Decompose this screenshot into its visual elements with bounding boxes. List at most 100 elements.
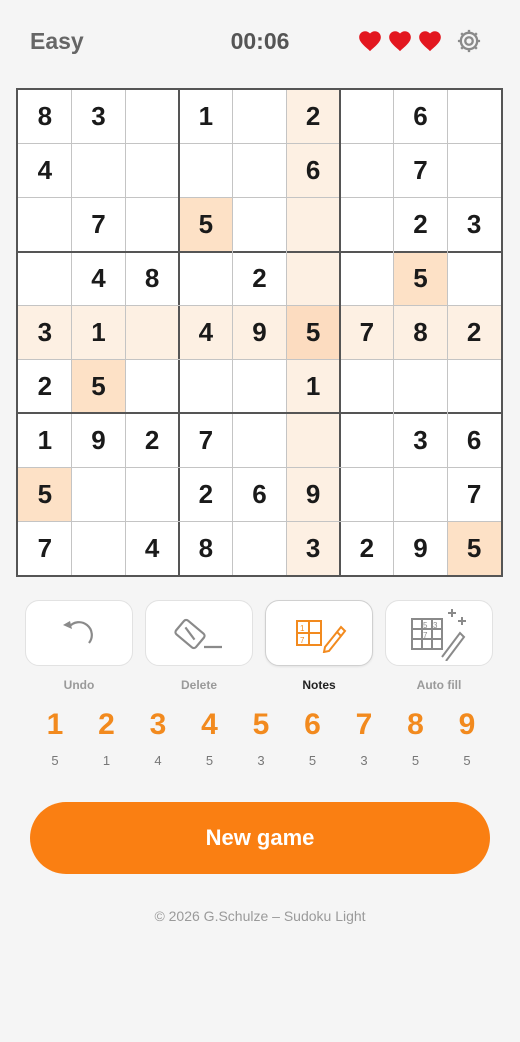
sudoku-cell-r5c5[interactable]: 9 bbox=[232, 305, 287, 360]
sudoku-cell-r3c5[interactable] bbox=[232, 197, 287, 252]
sudoku-cell-r4c2[interactable]: 4 bbox=[71, 251, 126, 306]
sudoku-cell-r1c2[interactable]: 3 bbox=[71, 90, 126, 144]
sudoku-cell-r9c6[interactable]: 3 bbox=[286, 521, 340, 575]
sudoku-cell-r1c3[interactable] bbox=[125, 90, 179, 144]
notes-button[interactable]: 1 7 bbox=[265, 600, 373, 666]
undo-button[interactable] bbox=[25, 600, 133, 666]
sudoku-cell-r1c8[interactable]: 6 bbox=[393, 90, 448, 144]
sudoku-cell-r1c7[interactable] bbox=[340, 90, 394, 144]
sudoku-cell-r5c8[interactable]: 8 bbox=[393, 305, 448, 360]
new-game-button[interactable]: New game bbox=[30, 802, 490, 874]
sudoku-cell-r8c1[interactable]: 5 bbox=[18, 467, 72, 522]
sudoku-cell-r6c9[interactable] bbox=[447, 359, 501, 414]
sudoku-cell-r5c7[interactable]: 7 bbox=[340, 305, 394, 360]
sudoku-cell-r7c8[interactable]: 3 bbox=[393, 413, 448, 468]
number-button-6[interactable]: 6 bbox=[293, 708, 333, 742]
cell-value: 8 bbox=[37, 101, 53, 132]
sudoku-cell-r8c8[interactable] bbox=[393, 467, 448, 522]
sudoku-cell-r5c3[interactable] bbox=[125, 305, 179, 360]
sudoku-cell-r8c9[interactable]: 7 bbox=[447, 467, 501, 522]
sudoku-cell-r1c1[interactable]: 8 bbox=[18, 90, 72, 144]
sudoku-cell-r3c7[interactable] bbox=[340, 197, 394, 252]
sudoku-cell-r2c1[interactable]: 4 bbox=[18, 143, 72, 198]
sudoku-cell-r5c2[interactable]: 1 bbox=[71, 305, 126, 360]
sudoku-cell-r5c1[interactable]: 3 bbox=[18, 305, 72, 360]
sudoku-cell-r3c6[interactable] bbox=[286, 197, 340, 252]
sudoku-cell-r2c4[interactable] bbox=[179, 143, 233, 198]
number-button-9[interactable]: 9 bbox=[447, 708, 487, 742]
sudoku-cell-r6c8[interactable] bbox=[393, 359, 448, 414]
sudoku-cell-r2c6[interactable]: 6 bbox=[286, 143, 340, 198]
sudoku-cell-r8c6[interactable]: 9 bbox=[286, 467, 340, 522]
sudoku-cell-r4c7[interactable] bbox=[340, 251, 394, 306]
number-button-2[interactable]: 2 bbox=[87, 708, 127, 742]
sudoku-cell-r2c8[interactable]: 7 bbox=[393, 143, 448, 198]
gear-icon[interactable] bbox=[455, 27, 483, 55]
sudoku-cell-r2c5[interactable] bbox=[232, 143, 287, 198]
number-button-3[interactable]: 3 bbox=[138, 708, 178, 742]
sudoku-cell-r8c3[interactable] bbox=[125, 467, 179, 522]
cell-value: 3 bbox=[413, 424, 428, 455]
sudoku-cell-r5c4[interactable]: 4 bbox=[179, 305, 233, 360]
cell-value: 2 bbox=[413, 209, 428, 240]
sudoku-cell-r9c8[interactable]: 9 bbox=[393, 521, 448, 575]
sudoku-cell-r3c1[interactable] bbox=[18, 197, 72, 252]
sudoku-cell-r7c3[interactable]: 2 bbox=[125, 413, 179, 468]
sudoku-cell-r9c7[interactable]: 2 bbox=[340, 521, 394, 575]
sudoku-cell-r9c2[interactable] bbox=[71, 521, 126, 575]
sudoku-cell-r6c7[interactable] bbox=[340, 359, 394, 414]
sudoku-cell-r8c7[interactable] bbox=[340, 467, 394, 522]
cell-divider bbox=[285, 90, 287, 575]
sudoku-cell-r4c8[interactable]: 5 bbox=[393, 251, 448, 306]
sudoku-cell-r1c6[interactable]: 2 bbox=[286, 90, 340, 144]
number-button-8[interactable]: 8 bbox=[396, 708, 436, 742]
sudoku-cell-r4c9[interactable] bbox=[447, 251, 501, 306]
sudoku-cell-r9c9[interactable]: 5 bbox=[447, 521, 501, 575]
sudoku-cell-r9c1[interactable]: 7 bbox=[18, 521, 72, 575]
sudoku-cell-r6c5[interactable] bbox=[232, 359, 287, 414]
sudoku-cell-r3c8[interactable]: 2 bbox=[393, 197, 448, 252]
sudoku-cell-r1c9[interactable] bbox=[447, 90, 501, 144]
sudoku-cell-r3c9[interactable]: 3 bbox=[447, 197, 501, 252]
sudoku-cell-r9c4[interactable]: 8 bbox=[179, 521, 233, 575]
sudoku-cell-r6c6[interactable]: 1 bbox=[286, 359, 340, 414]
sudoku-cell-r6c2[interactable]: 5 bbox=[71, 359, 126, 414]
sudoku-cell-r7c9[interactable]: 6 bbox=[447, 413, 501, 468]
sudoku-cell-r7c5[interactable] bbox=[232, 413, 287, 468]
sudoku-cell-r2c2[interactable] bbox=[71, 143, 126, 198]
sudoku-cell-r9c3[interactable]: 4 bbox=[125, 521, 179, 575]
sudoku-cell-r7c6[interactable] bbox=[286, 413, 340, 468]
number-button-7[interactable]: 7 bbox=[344, 708, 384, 742]
sudoku-cell-r9c5[interactable] bbox=[232, 521, 287, 575]
sudoku-cell-r4c1[interactable] bbox=[18, 251, 72, 306]
sudoku-cell-r6c3[interactable] bbox=[125, 359, 179, 414]
sudoku-cell-r8c2[interactable] bbox=[71, 467, 126, 522]
sudoku-cell-r6c1[interactable]: 2 bbox=[18, 359, 72, 414]
sudoku-cell-r4c5[interactable]: 2 bbox=[232, 251, 287, 306]
sudoku-cell-r4c4[interactable] bbox=[179, 251, 233, 306]
sudoku-cell-r8c5[interactable]: 6 bbox=[232, 467, 287, 522]
sudoku-cell-r2c9[interactable] bbox=[447, 143, 501, 198]
sudoku-cell-r7c1[interactable]: 1 bbox=[18, 413, 72, 468]
number-button-4[interactable]: 4 bbox=[190, 708, 230, 742]
number-button-1[interactable]: 1 bbox=[35, 708, 75, 742]
sudoku-cell-r3c2[interactable]: 7 bbox=[71, 197, 126, 252]
sudoku-cell-r2c7[interactable] bbox=[340, 143, 394, 198]
sudoku-cell-r1c4[interactable]: 1 bbox=[179, 90, 233, 144]
delete-button[interactable] bbox=[145, 600, 253, 666]
sudoku-cell-r3c4[interactable]: 5 bbox=[179, 197, 233, 252]
sudoku-cell-r5c9[interactable]: 2 bbox=[447, 305, 501, 360]
sudoku-cell-r5c6[interactable]: 5 bbox=[286, 305, 340, 360]
sudoku-cell-r4c3[interactable]: 8 bbox=[125, 251, 179, 306]
sudoku-cell-r8c4[interactable]: 2 bbox=[179, 467, 233, 522]
sudoku-cell-r7c2[interactable]: 9 bbox=[71, 413, 126, 468]
sudoku-cell-r7c4[interactable]: 7 bbox=[179, 413, 233, 468]
sudoku-cell-r4c6[interactable] bbox=[286, 251, 340, 306]
number-button-5[interactable]: 5 bbox=[241, 708, 281, 742]
sudoku-cell-r2c3[interactable] bbox=[125, 143, 179, 198]
sudoku-cell-r3c3[interactable] bbox=[125, 197, 179, 252]
auto-fill-button[interactable]: 5 3 7 bbox=[385, 600, 493, 666]
sudoku-cell-r1c5[interactable] bbox=[232, 90, 287, 144]
sudoku-cell-r6c4[interactable] bbox=[179, 359, 233, 414]
sudoku-cell-r7c7[interactable] bbox=[340, 413, 394, 468]
